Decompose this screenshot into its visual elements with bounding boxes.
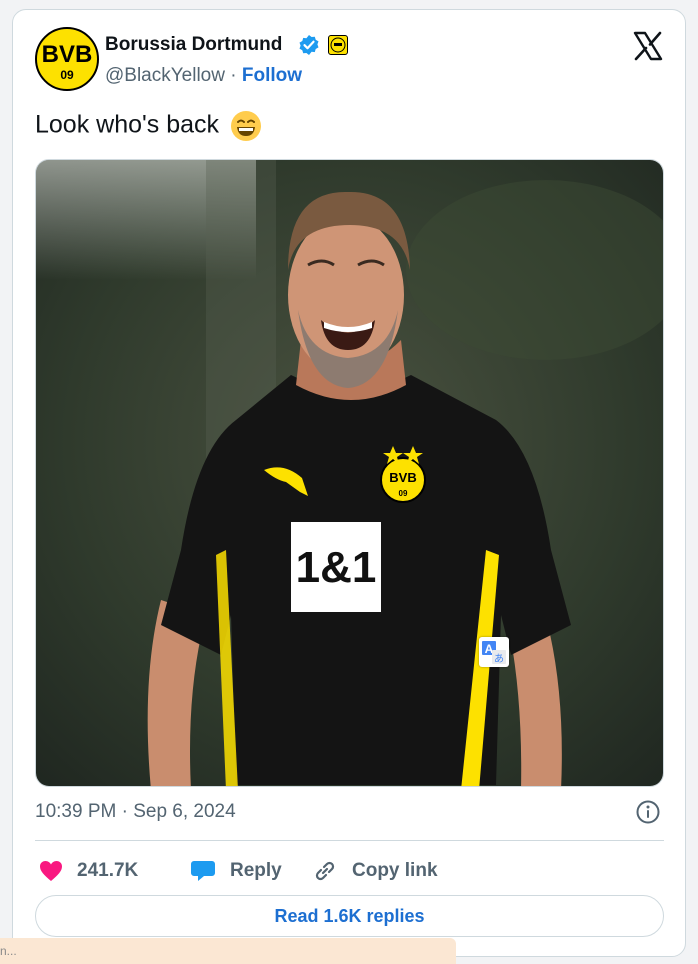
action-bar: 241.7K Reply Copy link [35, 856, 664, 886]
reply-bubble-icon [191, 861, 215, 881]
avatar-text-top: BVB [42, 41, 93, 68]
handle-row: @BlackYellow · Follow [105, 65, 302, 87]
account-name[interactable]: Borussia Dortmund [105, 34, 282, 56]
reply-button[interactable]: Reply [190, 856, 282, 886]
follow-button[interactable]: Follow [242, 65, 302, 86]
reply-label: Reply [230, 860, 282, 881]
divider [35, 840, 664, 841]
account-handle[interactable]: @BlackYellow [105, 65, 225, 86]
copy-link-button[interactable]: Copy link [312, 856, 438, 886]
avatar[interactable]: BVB 09 [35, 27, 99, 91]
like-button[interactable]: 241.7K [39, 856, 138, 886]
photo-illustration: BVB 09 1&1 [36, 160, 663, 786]
svg-text:あ: あ [494, 653, 504, 665]
tweet-photo[interactable]: BVB 09 1&1 A あ [35, 159, 664, 787]
read-replies-button[interactable]: Read 1.6K replies [35, 895, 664, 937]
link-icon [315, 861, 335, 881]
separator-dot: · [230, 65, 237, 86]
heart-icon [40, 861, 62, 881]
bottom-fragment-text: n... [0, 944, 17, 958]
avatar-text-bottom: 09 [60, 68, 74, 82]
crest-text-bottom: 09 [399, 489, 408, 498]
tweet-embed-card: BVB 09 Borussia Dortmund @BlackYellow · … [12, 9, 686, 957]
bottom-toast-bar [0, 938, 456, 964]
tweet-timestamp[interactable]: 10:39 PM · Sep 6, 2024 [35, 801, 236, 823]
info-icon[interactable] [635, 799, 661, 825]
crest-text-top: BVB [389, 470, 416, 485]
affiliation-badge-icon [328, 35, 348, 55]
tweet-text: Look who's back [35, 110, 220, 139]
x-logo-icon[interactable] [632, 30, 664, 62]
sponsor-text: 1&1 [296, 543, 377, 592]
likes-count: 241.7K [77, 860, 139, 881]
bvb-logo-icon: BVB 09 [42, 41, 93, 82]
translate-icon[interactable]: A あ [479, 637, 509, 667]
grinning-face-emoji-icon [231, 111, 261, 141]
verified-badge-icon [299, 35, 319, 55]
tweet-text-container: Look who's back [35, 110, 262, 142]
copy-link-label: Copy link [352, 860, 438, 881]
